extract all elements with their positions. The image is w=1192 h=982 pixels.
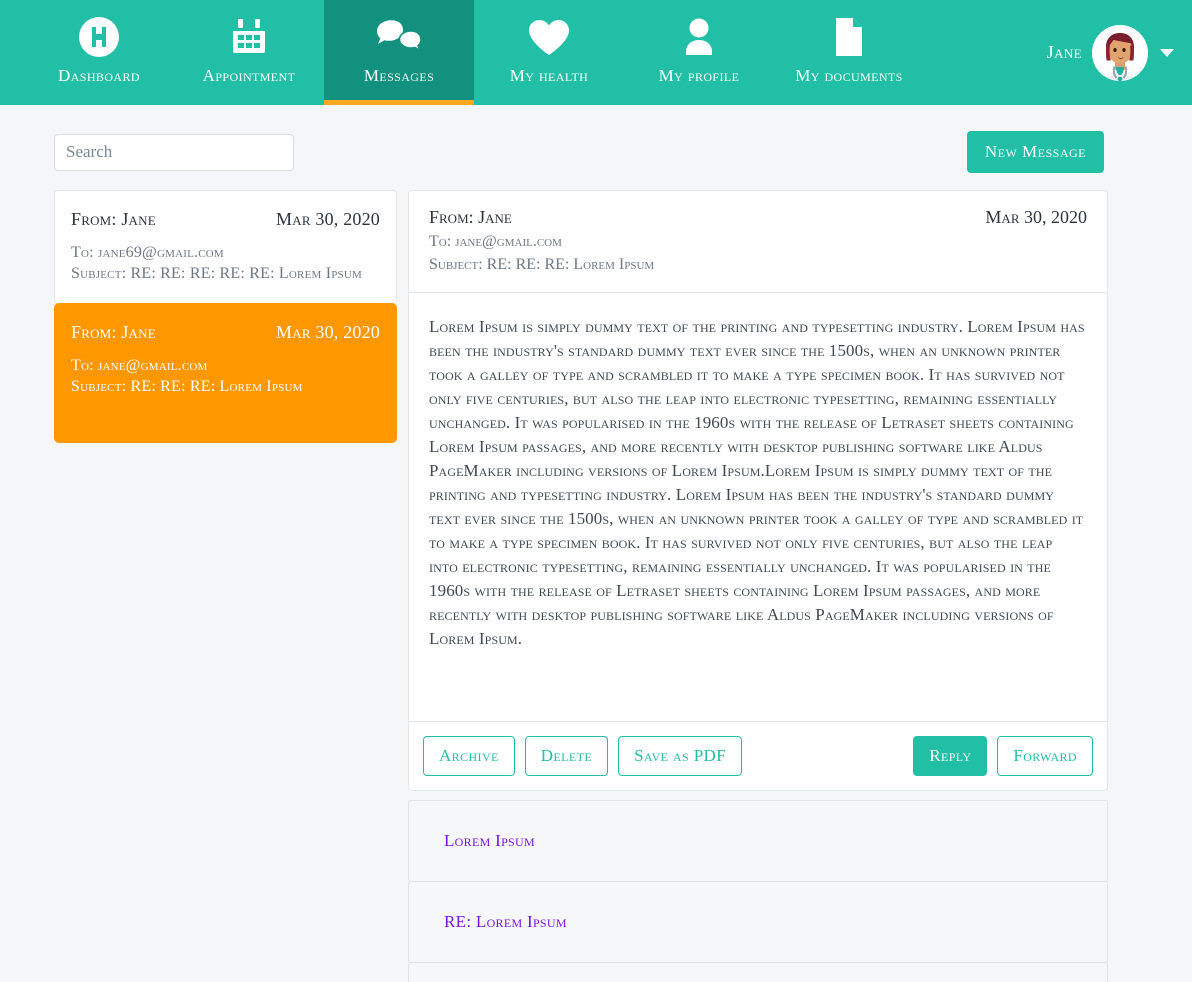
message-header-row: From: Jane Mar 30, 2020	[71, 322, 380, 343]
chevron-down-icon[interactable]	[1160, 48, 1174, 57]
message-subject: Subject: RE: RE: RE: Lorem Ipsum	[71, 378, 303, 395]
nav-label-messages: Messages	[363, 66, 435, 85]
nav-label-appointment: Appointment	[202, 66, 296, 85]
message-body: Lorem Ipsum is simply dummy text of the …	[408, 293, 1108, 722]
nav-item-my-profile[interactable]: My profile	[624, 0, 774, 105]
detail-to: To: jane@gmail.com	[429, 233, 562, 250]
top-navbar: Dashboard Appointment Messages My health…	[0, 0, 1192, 105]
nav-item-my-documents[interactable]: My documents	[774, 0, 924, 105]
message-body-text: Lorem Ipsum is simply dummy text of the …	[429, 317, 1085, 648]
user-menu[interactable]: Jane	[1047, 0, 1192, 105]
hospital-icon	[77, 14, 121, 60]
thread-list: Lorem Ipsum RE: Lorem Ipsum RE: RE: Lore…	[408, 800, 1108, 982]
message-subject: Subject: RE: RE: RE: RE: RE: Lorem Ipsum	[71, 265, 362, 282]
nav-label-my-health: My health	[509, 66, 589, 85]
message-date: Mar 30, 2020	[276, 209, 380, 229]
message-header-row: From: Jane Mar 30, 2020	[71, 209, 380, 230]
save-as-pdf-button[interactable]: Save as PDF	[618, 736, 743, 776]
nav-label-dashboard: Dashboard	[58, 66, 140, 85]
main-content: From: Jane Mar 30, 2020 To: jane69@gmail…	[0, 173, 1192, 982]
search-input[interactable]	[54, 133, 294, 171]
calendar-icon	[228, 14, 270, 60]
page-toolbar: New Message	[0, 105, 1192, 173]
thread-item[interactable]: Lorem Ipsum	[408, 800, 1108, 882]
thread-item-title[interactable]: Lorem Ipsum	[444, 831, 535, 850]
reply-button[interactable]: Reply	[913, 736, 988, 776]
nav-item-my-health[interactable]: My health	[474, 0, 624, 105]
nav-label-my-profile: My profile	[658, 66, 740, 85]
detail-subject: Subject: RE: RE: RE: Lorem Ipsum	[429, 256, 655, 273]
nav-item-appointment[interactable]: Appointment	[174, 0, 324, 105]
message-list-item-selected[interactable]: From: Jane Mar 30, 2020 To: jane@gmail.c…	[54, 303, 397, 443]
message-detail-header: From: Jane Mar 30, 2020 To: jane@gmail.c…	[408, 190, 1108, 293]
delete-button[interactable]: Delete	[524, 736, 609, 776]
message-to: To: jane69@gmail.com	[71, 244, 224, 261]
message-from: From: Jane	[71, 209, 156, 229]
document-icon	[830, 14, 868, 60]
chat-bubbles-icon	[375, 14, 423, 60]
message-action-bar: Archive Delete Save as PDF Reply Forward	[408, 722, 1108, 791]
message-list-item[interactable]: From: Jane Mar 30, 2020 To: jane69@gmail…	[54, 190, 397, 304]
doctor-avatar[interactable]	[1092, 24, 1148, 81]
message-from: From: Jane	[71, 322, 156, 342]
thread-item[interactable]: RE: Lorem Ipsum	[408, 881, 1108, 963]
message-to: To: jane@gmail.com	[71, 357, 208, 374]
detail-header-row: From: Jane Mar 30, 2020	[429, 207, 1087, 228]
detail-from: From: Jane	[429, 207, 512, 227]
message-date: Mar 30, 2020	[276, 322, 380, 342]
heart-icon	[527, 14, 571, 60]
nav-item-dashboard[interactable]: Dashboard	[24, 0, 174, 105]
message-detail-panel: From: Jane Mar 30, 2020 To: jane@gmail.c…	[408, 190, 1108, 982]
nav-item-group: Dashboard Appointment Messages My health…	[24, 0, 924, 105]
nav-label-my-documents: My documents	[795, 66, 903, 85]
nav-item-messages[interactable]: Messages	[324, 0, 474, 105]
thread-item-title[interactable]: RE: Lorem Ipsum	[444, 912, 567, 931]
thread-item[interactable]: RE: RE: Lorem Ipsum	[408, 962, 1108, 982]
forward-button[interactable]: Forward	[997, 736, 1093, 776]
user-name-label: Jane	[1046, 42, 1082, 62]
user-icon	[679, 14, 719, 60]
archive-button[interactable]: Archive	[423, 736, 515, 776]
message-list: From: Jane Mar 30, 2020 To: jane69@gmail…	[54, 190, 397, 443]
new-message-button[interactable]: New Message	[966, 131, 1104, 173]
detail-date: Mar 30, 2020	[985, 207, 1087, 227]
